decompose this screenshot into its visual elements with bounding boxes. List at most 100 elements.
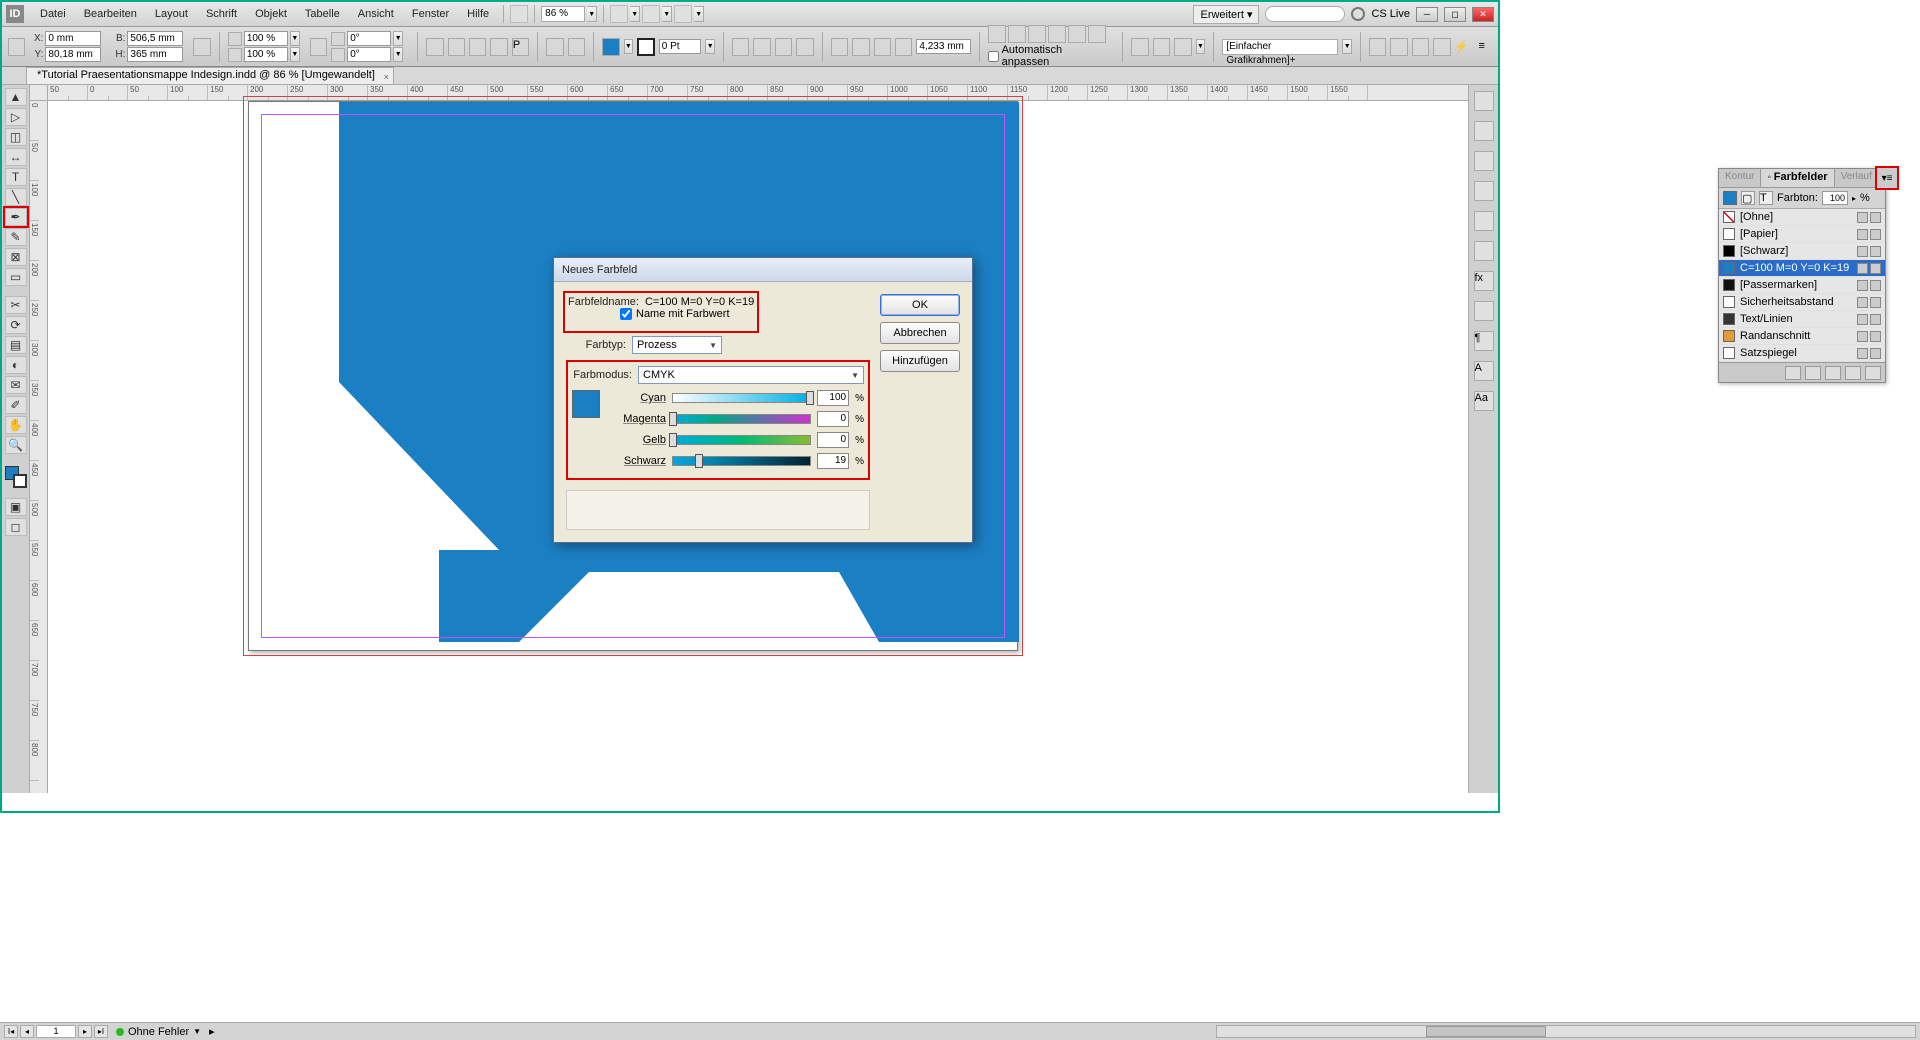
workspace-switcher[interactable]: Erweitert ▾ bbox=[1193, 5, 1259, 24]
swatch-item[interactable]: [Ohne] bbox=[1719, 209, 1885, 226]
misc-icon2[interactable] bbox=[1390, 38, 1407, 56]
menu-fenster[interactable]: Fenster bbox=[404, 5, 457, 23]
constrain-icon[interactable] bbox=[193, 38, 210, 56]
delete-swatch-icon[interactable] bbox=[1865, 366, 1881, 380]
paragraph-panel-icon[interactable]: ¶ bbox=[1474, 331, 1494, 351]
view-mode-tool[interactable]: ◻ bbox=[5, 518, 27, 536]
formatting-container-icon[interactable]: ▢ bbox=[1741, 191, 1755, 205]
magenta-slider[interactable] bbox=[672, 414, 811, 424]
line-tool[interactable]: ╲ bbox=[5, 188, 27, 206]
gelb-value-input[interactable]: 0 bbox=[817, 432, 849, 448]
rotate-input[interactable]: 0° bbox=[347, 31, 391, 46]
hand-tool[interactable]: ✋ bbox=[5, 416, 27, 434]
cyan-value-input[interactable]: 100 bbox=[817, 390, 849, 406]
swatch-item[interactable]: Randanschnitt bbox=[1719, 328, 1885, 345]
menu-objekt[interactable]: Objekt bbox=[247, 5, 295, 23]
search-input[interactable] bbox=[1265, 6, 1345, 22]
scale-x-input[interactable]: 100 % bbox=[244, 31, 288, 46]
screen-mode-icon[interactable] bbox=[642, 5, 660, 23]
zoom-value[interactable]: 86 % bbox=[541, 6, 585, 22]
open-arrow-icon[interactable]: ▸ bbox=[209, 1025, 215, 1038]
textwrap-icon2[interactable] bbox=[852, 38, 869, 56]
close-tab-icon[interactable]: × bbox=[384, 70, 389, 85]
fill-swatch[interactable] bbox=[602, 38, 619, 56]
links-panel-icon[interactable] bbox=[1474, 151, 1494, 171]
corner-icon[interactable] bbox=[895, 38, 912, 56]
tab-verlauf[interactable]: Verlauf bbox=[1835, 169, 1879, 187]
swatch-item[interactable]: [Schwarz] bbox=[1719, 243, 1885, 260]
y-input[interactable]: 80,18 mm bbox=[45, 47, 101, 62]
show-gradient-swatches-icon[interactable] bbox=[1825, 366, 1841, 380]
gradient-swatch-tool[interactable]: ▤ bbox=[5, 336, 27, 354]
fx-icon3[interactable] bbox=[775, 38, 792, 56]
schwarz-value-input[interactable]: 19 bbox=[817, 453, 849, 469]
align-icon[interactable] bbox=[1131, 38, 1148, 56]
align-icon2[interactable] bbox=[1153, 38, 1170, 56]
maximize-button[interactable]: ◻ bbox=[1444, 7, 1466, 22]
type-tool[interactable]: T bbox=[5, 168, 27, 186]
fx-icon2[interactable] bbox=[753, 38, 770, 56]
misc-icon[interactable] bbox=[1369, 38, 1386, 56]
quick-apply-icon[interactable]: ⚡ bbox=[1455, 40, 1469, 54]
glyphs-panel-icon[interactable]: Aa bbox=[1474, 391, 1494, 411]
dropdown-icon[interactable]: ▼ bbox=[290, 31, 300, 46]
panel-menu-icon[interactable]: ≡ bbox=[1479, 40, 1493, 54]
rotate-cw-icon[interactable] bbox=[426, 38, 443, 56]
stroke-color[interactable] bbox=[13, 474, 27, 488]
minimize-button[interactable]: ─ bbox=[1416, 7, 1438, 22]
character-panel-icon[interactable]: A bbox=[1474, 361, 1494, 381]
cancel-button[interactable]: Abbrechen bbox=[880, 322, 960, 344]
view-options-icon[interactable] bbox=[610, 5, 628, 23]
note-tool[interactable]: ✉ bbox=[5, 376, 27, 394]
zoom-tool[interactable]: 🔍 bbox=[5, 436, 27, 454]
ok-button[interactable]: OK bbox=[880, 294, 960, 316]
fit-icon2[interactable] bbox=[1008, 25, 1026, 43]
shear-input[interactable]: 0° bbox=[347, 47, 391, 62]
pages-panel-icon[interactable] bbox=[1474, 91, 1494, 111]
new-swatch-icon[interactable] bbox=[1845, 366, 1861, 380]
tint-input[interactable]: 100 bbox=[1822, 191, 1848, 205]
reference-point-icon[interactable] bbox=[8, 38, 25, 56]
fit-icon3[interactable] bbox=[1028, 25, 1046, 43]
object-styles-panel-icon[interactable] bbox=[1474, 301, 1494, 321]
fit-icon6[interactable] bbox=[1088, 25, 1106, 43]
menu-tabelle[interactable]: Tabelle bbox=[297, 5, 348, 23]
flip-h-icon[interactable] bbox=[469, 38, 486, 56]
arrange-icon[interactable] bbox=[674, 5, 692, 23]
document-tab[interactable]: *Tutorial Praesentationsmappe Indesign.i… bbox=[26, 67, 394, 84]
dropdown-icon[interactable]: ▼ bbox=[630, 6, 640, 22]
ruler-origin[interactable] bbox=[30, 85, 48, 101]
schwarz-slider[interactable] bbox=[672, 456, 811, 466]
scrollbar-thumb[interactable] bbox=[1426, 1026, 1546, 1037]
menu-hilfe[interactable]: Hilfe bbox=[459, 5, 497, 23]
swatch-item[interactable]: [Papier] bbox=[1719, 226, 1885, 243]
auto-fit-checkbox[interactable]: Automatisch anpassen bbox=[988, 44, 1109, 68]
arrange-icon[interactable] bbox=[546, 38, 563, 56]
last-page-button[interactable]: ▸I bbox=[94, 1025, 108, 1038]
object-style-select[interactable]: [Einfacher Grafikrahmen]+ bbox=[1222, 39, 1338, 55]
dropdown-icon[interactable]: ▼ bbox=[694, 6, 704, 22]
gap-tool[interactable]: ↔ bbox=[5, 148, 27, 166]
menu-bearbeiten[interactable]: Bearbeiten bbox=[76, 5, 145, 23]
misc-icon4[interactable] bbox=[1433, 38, 1450, 56]
x-input[interactable]: 0 mm bbox=[45, 31, 101, 46]
eyedropper-tool[interactable]: ✐ bbox=[5, 396, 27, 414]
menu-layout[interactable]: Layout bbox=[147, 5, 196, 23]
dropdown-icon[interactable]: ▼ bbox=[662, 6, 672, 22]
rectangle-tool[interactable]: ▭ bbox=[5, 268, 27, 286]
direct-selection-tool[interactable]: ▷ bbox=[5, 108, 27, 126]
swatch-item[interactable]: [Passermarken] bbox=[1719, 277, 1885, 294]
fit-icon4[interactable] bbox=[1048, 25, 1066, 43]
cslive-label[interactable]: CS Live bbox=[1371, 8, 1410, 20]
tint-arrow-icon[interactable]: ▸ bbox=[1852, 194, 1856, 203]
gradient-feather-tool[interactable]: ◐ bbox=[5, 356, 27, 374]
constrain-scale-icon[interactable] bbox=[310, 38, 327, 56]
swatch-item[interactable]: Text/Linien bbox=[1719, 311, 1885, 328]
misc-icon3[interactable] bbox=[1412, 38, 1429, 56]
stroke-panel-icon[interactable] bbox=[1474, 181, 1494, 201]
name-with-value-checkbox[interactable] bbox=[620, 308, 632, 320]
page-number-input[interactable]: 1 bbox=[36, 1025, 76, 1038]
panel-menu-button[interactable]: ▾≡ bbox=[1877, 168, 1897, 188]
swatch-item[interactable]: Satzspiegel bbox=[1719, 345, 1885, 362]
dropdown-icon[interactable]: ▼ bbox=[193, 1027, 201, 1036]
